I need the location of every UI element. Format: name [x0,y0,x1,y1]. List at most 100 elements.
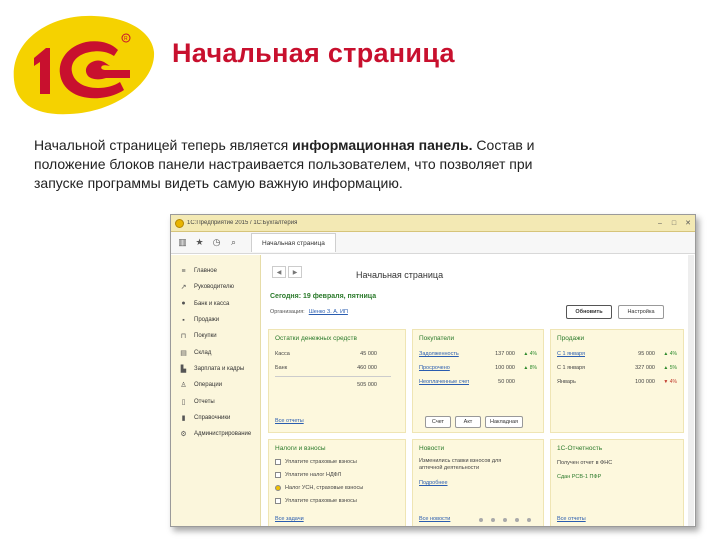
date-header: Сегодня: 19 февраля, пятница [270,293,377,300]
task-checkbox[interactable] [275,459,281,465]
act-button[interactable]: Акт [455,416,481,428]
chart-icon: ↗ [180,284,187,292]
table-row: С 1 января 95 000 ▲ 4% [557,351,677,357]
app-icon [175,218,184,228]
sidebar-item-operations[interactable]: ♙ Операции [171,377,260,393]
sidebar: ≡ Главное ↗ Руководителю ● Банк и касса ▪ Пр… [171,255,261,526]
sidebar-item-label: Администрирование [194,431,252,438]
scrollbar[interactable] [688,255,694,526]
bag-icon: ▪ [182,316,185,324]
sidebar-item-warehouse[interactable]: ▤ Склад [171,344,260,360]
cart-icon: ⊓ [180,333,187,341]
sidebar-item-bank[interactable]: ● Банк и касса [171,296,260,312]
sidebar-item-label: Банк и касса [194,300,230,307]
sidebar-item-label: Главное [194,268,217,275]
task-checkbox[interactable] [275,498,281,504]
search-icon[interactable]: ⌕ [226,235,241,250]
task-item[interactable]: Уплатите страховые взносы [275,495,399,507]
minimize-icon[interactable]: – [653,220,667,227]
app-window: 1С:Предприятие 2015 / 1С:Бухгалтерия – □… [170,214,696,527]
intro-text-bold: информационная панель. [292,137,473,153]
waybill-button[interactable]: Накладная [485,416,523,428]
news-text: Изменились ставки взносов для аптечной д… [419,458,502,471]
coins-icon: ● [181,300,186,308]
operations-icon: ♙ [180,382,187,390]
sidebar-item-salary[interactable]: ▙ Зарплата и кадры [171,361,260,377]
reporting-line-2[interactable]: Сдан РСВ-1 ПФР [557,474,601,480]
panel-title[interactable]: 1С-Отчетность [557,445,602,452]
sidebar-item-label: Справочники [194,414,231,421]
warning-icon [275,485,281,491]
task-item[interactable]: Налог УСН, страховые взносы [275,482,399,494]
sidebar-item-label: Зарплата и кадры [194,365,245,372]
grid-icon[interactable]: ▥ [175,235,190,250]
table-row: Касса 45 000 [275,351,377,357]
clock-icon[interactable]: ◷ [209,235,224,250]
panel-buyers: Покупатели Задолженность 137 000 ▲ 4% Прос… [412,329,544,433]
table-row: С 1 января 327 000 ▲ 5% [557,365,677,371]
reporting-line-1: Получен отчет в ФНС [557,460,613,466]
forward-arrow-icon[interactable]: ▶ [288,266,302,278]
task-item[interactable]: Уплатите налог НДФЛ [275,469,399,481]
intro-paragraph: Начальной страницей теперь является инфо… [34,136,554,193]
panel-title[interactable]: Продажи [557,335,584,342]
table-row: 505 000 [357,382,377,388]
gear-icon: ⚙ [180,431,187,439]
panel-reporting: 1С-Отчетность Получен отчет в ФНС Сдан Р… [550,439,684,526]
panel-title[interactable]: Покупатели [419,335,454,342]
sidebar-item-reports[interactable]: ▯ Отчеты [171,393,260,409]
report-icon: ▯ [181,398,186,406]
table-row: Неоплаченные счета 50 000 [419,379,515,385]
back-arrow-icon[interactable]: ◀ [272,266,286,278]
panel-title[interactable]: Налоги и взносы [275,445,326,452]
sidebar-item-label: Руководителю [194,284,235,291]
table-row: Банк 460 000 [275,365,377,371]
tab-home[interactable]: Начальная страница [251,233,336,252]
news-more-link[interactable]: Подробнее [419,480,448,486]
warehouse-icon: ▤ [180,349,187,357]
task-checkbox[interactable] [275,472,281,478]
nav-arrows: ◀ ▶ [272,266,304,278]
star-icon[interactable]: ★ [192,235,207,250]
org-link[interactable]: Шенко З. А. ИП [309,309,348,315]
sidebar-item-catalogs[interactable]: ▮ Справочники [171,410,260,426]
panel-title[interactable]: Остатки денежных средств [275,335,357,342]
table-row: Январь 100 000 ▼ 4% [557,379,677,385]
sidebar-item-admin[interactable]: ⚙ Администрирование [171,426,260,442]
window-title: 1С:Предприятие 2015 / 1С:Бухгалтерия [187,220,298,226]
settings-button[interactable]: Настройка [618,305,664,319]
svg-text:R: R [124,36,128,42]
main-content: ◀ ▶ Начальная страница Сегодня: 19 февра… [262,255,695,526]
panel-taxes: Налоги и взносы Уплатите страховые взнос… [268,439,406,526]
refresh-button[interactable]: Обновить [566,305,612,319]
panel-news: Новости Изменились ставки взносов для ап… [412,439,544,526]
intro-text-start: Начальной страницей теперь является [34,137,293,153]
panel-title[interactable]: Новости [419,445,444,452]
organization-line: Организация: Шенко З. А. ИП [270,309,348,315]
toolbar: ▥ ★ ◷ ⌕ Начальная страница [171,232,695,254]
org-label: Организация: [270,309,305,315]
maximize-icon[interactable]: □ [667,220,681,227]
sidebar-item-manager[interactable]: ↗ Руководителю [171,279,260,295]
factory-icon: ▙ [180,365,187,373]
window-titlebar: 1С:Предприятие 2015 / 1С:Бухгалтерия – □… [171,215,695,232]
close-icon[interactable]: ✕ [681,219,695,227]
sidebar-item-label: Продажи [194,317,220,324]
sidebar-item-main[interactable]: ≡ Главное [171,263,260,279]
sidebar-item-sales[interactable]: ▪ Продажи [171,312,260,328]
task-item[interactable]: Уплатите страховые взносы [275,456,399,468]
all-tasks-link[interactable]: Все задачи [275,516,304,522]
all-reports-link[interactable]: Все отчеты [275,418,304,424]
pager-dots[interactable] [479,518,539,522]
slide-title: Начальная страница [172,38,455,68]
invoice-button[interactable]: Счет [425,416,451,428]
menu-icon: ≡ [181,267,186,275]
panel-money: Остатки денежных средств Касса 45 000 Бан… [268,329,406,433]
sidebar-item-label: Отчеты [194,398,215,405]
all-reporting-link[interactable]: Все отчеты [557,516,586,522]
sidebar-item-label: Операции [194,382,223,389]
all-news-link[interactable]: Все новости [419,516,450,522]
panel-sales: Продажи С 1 января 95 000 ▲ 4% С 1 января 3… [550,329,684,433]
sidebar-item-purchases[interactable]: ⊓ Покупки [171,328,260,344]
page-heading: Начальная страница [356,270,444,280]
